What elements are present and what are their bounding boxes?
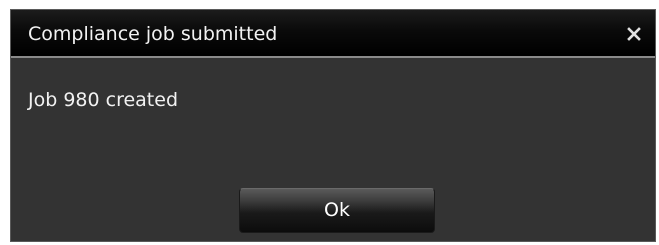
dialog-titlebar: Compliance job submitted xyxy=(11,10,655,58)
close-button[interactable] xyxy=(623,23,645,45)
dialog-message: Job 980 created xyxy=(28,89,179,111)
dialog-title: Compliance job submitted xyxy=(28,23,278,45)
ok-button[interactable]: Ok xyxy=(239,188,435,233)
close-icon xyxy=(627,27,641,41)
compliance-job-dialog: Compliance job submitted Job 980 created… xyxy=(10,9,656,242)
